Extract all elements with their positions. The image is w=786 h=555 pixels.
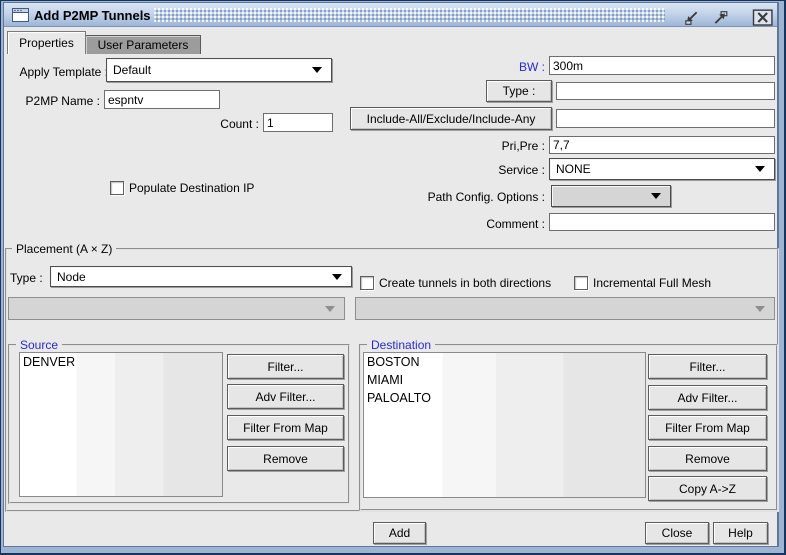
bw-input[interactable] xyxy=(549,56,775,75)
type-button[interactable]: Type : xyxy=(486,80,552,102)
include-button-label: Include-All/Exclude/Include-Any xyxy=(367,112,536,126)
chevron-down-icon xyxy=(312,67,322,73)
path-config-options-select[interactable] xyxy=(551,185,671,207)
destination-filter-label: Filter... xyxy=(689,360,725,374)
p2mp-name-input[interactable] xyxy=(104,90,220,109)
populate-destination-ip-checkbox[interactable] xyxy=(110,181,124,195)
titlebar-texture xyxy=(154,8,665,22)
destination-adv-filter-label: Adv Filter... xyxy=(677,391,737,405)
window-icon xyxy=(12,8,29,25)
add-button-label: Add xyxy=(389,526,410,540)
type-button-label: Type : xyxy=(503,84,536,98)
destination-remove-label: Remove xyxy=(685,452,730,466)
destination-list[interactable]: BOSTON MIAMI PALOALTO xyxy=(363,352,646,498)
count-input[interactable] xyxy=(263,113,333,132)
source-filter-from-map-label: Filter From Map xyxy=(243,421,328,435)
incremental-full-mesh-checkbox[interactable] xyxy=(574,276,588,290)
tab-properties[interactable]: Properties xyxy=(7,31,86,54)
chevron-down-icon xyxy=(651,193,661,199)
apply-template-select[interactable]: Default xyxy=(106,58,332,82)
copy-a-to-z-label: Copy A->Z xyxy=(679,482,736,496)
help-button-label: Help xyxy=(728,526,753,540)
copy-a-to-z-button[interactable]: Copy A->Z xyxy=(648,476,767,501)
create-tunnels-both-directions-label: Create tunnels in both directions xyxy=(379,276,551,290)
placement-type-select[interactable]: Node xyxy=(50,266,352,287)
source-remove-button[interactable]: Remove xyxy=(227,446,344,471)
placement-left-select-disabled xyxy=(8,297,345,320)
bw-label: BW : xyxy=(495,60,545,74)
placement-type-value: Node xyxy=(57,270,86,284)
source-adv-filter-label: Adv Filter... xyxy=(255,390,315,404)
placement-group-title: Placement (A × Z) xyxy=(12,242,116,256)
chevron-down-icon xyxy=(325,306,335,312)
source-filter-from-map-button[interactable]: Filter From Map xyxy=(227,415,344,440)
add-button[interactable]: Add xyxy=(373,522,426,544)
minimize-button[interactable] xyxy=(681,10,702,26)
destination-group-title: Destination xyxy=(367,338,435,352)
list-item[interactable]: BOSTON xyxy=(364,353,645,371)
tab-properties-label: Properties xyxy=(19,36,74,50)
list-item[interactable]: MIAMI xyxy=(364,371,645,389)
include-input[interactable] xyxy=(556,109,775,128)
destination-filter-from-map-button[interactable]: Filter From Map xyxy=(648,415,767,440)
chevron-down-icon xyxy=(332,274,342,280)
apply-template-value: Default xyxy=(113,63,151,77)
source-remove-label: Remove xyxy=(263,452,308,466)
source-list[interactable]: DENVER xyxy=(19,352,223,497)
list-item[interactable]: DENVER xyxy=(20,353,222,371)
pripre-input[interactable] xyxy=(549,136,775,154)
close-dialog-button[interactable]: Close xyxy=(645,522,709,544)
title-bar[interactable]: Add P2MP Tunnels xyxy=(4,3,777,27)
source-filter-label: Filter... xyxy=(267,360,303,374)
include-all-exclude-include-any-button[interactable]: Include-All/Exclude/Include-Any xyxy=(350,107,552,130)
close-button[interactable] xyxy=(752,9,773,25)
create-tunnels-both-directions-checkbox[interactable] xyxy=(360,276,374,290)
source-group-title: Source xyxy=(16,338,62,352)
type-input[interactable] xyxy=(556,82,775,100)
comment-input[interactable] xyxy=(549,213,775,231)
service-value: NONE xyxy=(556,162,591,176)
placement-type-label: Type : xyxy=(10,271,48,285)
destination-filter-from-map-label: Filter From Map xyxy=(665,421,750,435)
incremental-full-mesh-label: Incremental Full Mesh xyxy=(593,276,711,290)
list-item[interactable]: PALOALTO xyxy=(364,389,645,407)
destination-adv-filter-button[interactable]: Adv Filter... xyxy=(648,385,767,410)
help-button[interactable]: Help xyxy=(713,522,768,544)
pripre-label: Pri,Pre : xyxy=(485,139,545,153)
tab-user-parameters[interactable]: User Parameters xyxy=(85,35,201,54)
p2mp-name-label: P2MP Name : xyxy=(8,94,100,108)
comment-label: Comment : xyxy=(473,217,545,231)
destination-remove-button[interactable]: Remove xyxy=(648,446,767,471)
placement-right-select-disabled xyxy=(355,297,775,320)
service-label: Service : xyxy=(483,163,545,177)
destination-filter-button[interactable]: Filter... xyxy=(648,354,767,379)
service-select[interactable]: NONE xyxy=(549,158,775,180)
count-label: Count : xyxy=(214,117,259,131)
source-filter-button[interactable]: Filter... xyxy=(227,354,344,379)
maximize-button[interactable] xyxy=(710,10,731,26)
apply-template-label: Apply Template : xyxy=(4,65,108,79)
chevron-down-icon xyxy=(755,166,765,172)
window-title: Add P2MP Tunnels xyxy=(34,8,151,23)
chevron-down-icon xyxy=(755,306,765,312)
path-config-options-label: Path Config. Options : xyxy=(420,190,545,204)
source-adv-filter-button[interactable]: Adv Filter... xyxy=(227,384,344,409)
close-button-label: Close xyxy=(662,526,693,540)
add-p2mp-tunnels-dialog: Add P2MP Tunnels Properties User xyxy=(0,0,786,555)
populate-destination-ip-label: Populate Destination IP xyxy=(129,181,254,195)
tab-user-parameters-label: User Parameters xyxy=(98,38,189,52)
